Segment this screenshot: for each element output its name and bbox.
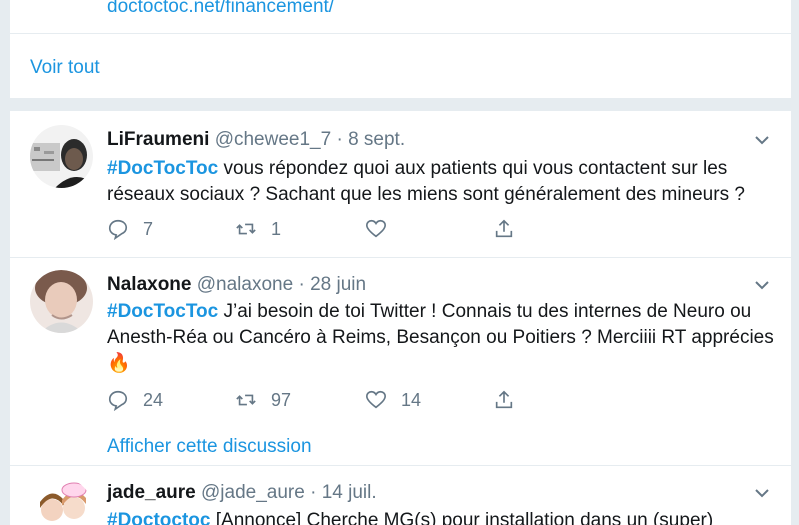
- share-icon: [495, 219, 513, 238]
- share-button[interactable]: [493, 389, 515, 411]
- tweet-date[interactable]: 28 juin: [310, 274, 366, 295]
- avatar[interactable]: [30, 125, 93, 188]
- tweet-text: #Doctoctoc [Annonce] Cherche MG(s) pour …: [107, 508, 777, 525]
- like-button[interactable]: [365, 218, 401, 240]
- reply-button[interactable]: 24: [107, 389, 163, 411]
- author-name[interactable]: LiFraumeni: [107, 129, 209, 150]
- reply-icon: [108, 219, 128, 240]
- author-handle[interactable]: @nalaxone: [197, 274, 293, 295]
- separator-dot: ·: [298, 274, 305, 295]
- tweet-text: #DocTocToc J’ai besoin de toi Twitter ! …: [107, 299, 777, 377]
- tweet-header: jade_aure @jade_aure · 14 juil.: [107, 482, 377, 504]
- retweet-icon: [236, 223, 256, 235]
- section-separator: [10, 98, 791, 111]
- author-name[interactable]: Nalaxone: [107, 274, 191, 295]
- share-button[interactable]: [493, 218, 515, 240]
- chevron-down-icon[interactable]: [753, 276, 771, 294]
- avatar[interactable]: [30, 270, 93, 333]
- divider: [10, 33, 791, 34]
- tweet-body: [Annonce] Cherche MG(s) pour installatio…: [210, 510, 714, 525]
- chevron-down-icon[interactable]: [753, 131, 771, 149]
- retweet-icon: [236, 394, 256, 406]
- tweet-actions: 7 1: [107, 218, 527, 244]
- retweet-button[interactable]: 97: [235, 389, 291, 411]
- reply-button[interactable]: 7: [107, 218, 153, 240]
- retweet-count: 97: [271, 389, 292, 410]
- chevron-down-icon[interactable]: [753, 484, 771, 502]
- tweet-header: LiFraumeni @chewee1_7 · 8 sept.: [107, 129, 405, 151]
- tweet-jade-aure[interactable]: jade_aure @jade_aure · 14 juil. #Doctoct…: [10, 466, 791, 525]
- retweet-count: 1: [271, 218, 282, 239]
- tweet-actions: 24 97 14: [107, 389, 527, 415]
- like-count: 14: [401, 389, 422, 410]
- avatar[interactable]: [30, 478, 93, 525]
- see-all-link[interactable]: Voir tout: [30, 57, 100, 79]
- reply-count: 7: [143, 218, 154, 239]
- author-name[interactable]: jade_aure: [107, 482, 196, 503]
- reply-count: 24: [143, 389, 164, 410]
- hashtag-link[interactable]: #DocTocToc: [107, 301, 218, 322]
- separator-dot: ·: [310, 482, 317, 503]
- author-handle[interactable]: @jade_aure: [201, 482, 305, 503]
- hashtag-link[interactable]: #Doctoctoc: [107, 510, 210, 525]
- author-handle[interactable]: @chewee1_7: [215, 129, 331, 150]
- financement-link[interactable]: doctoctoc.net/financement/: [107, 0, 334, 18]
- like-button[interactable]: 14: [365, 389, 421, 411]
- hashtag-link[interactable]: #DocTocToc: [107, 158, 218, 179]
- fire-emoji: 🔥: [107, 353, 131, 374]
- heart-icon: [366, 219, 386, 238]
- tweet-text: #DocTocToc vous répondez quoi aux patien…: [107, 156, 777, 208]
- tweet-header: Nalaxone @nalaxone · 28 juin: [107, 274, 366, 296]
- share-icon: [495, 390, 513, 409]
- heart-icon: [366, 390, 386, 409]
- tweet-nalaxone[interactable]: Nalaxone @nalaxone · 28 juin #DocTocToc …: [10, 258, 791, 466]
- tweet-date[interactable]: 14 juil.: [322, 482, 377, 503]
- tweet-date[interactable]: 8 sept.: [348, 129, 405, 150]
- retweet-button[interactable]: 1: [235, 218, 281, 240]
- separator-dot: ·: [336, 129, 343, 150]
- previous-module: doctoctoc.net/financement/ Voir tout: [10, 0, 791, 98]
- reply-icon: [108, 390, 128, 411]
- timeline-column: doctoctoc.net/financement/ Voir tout LiF…: [9, 0, 792, 525]
- tweet-lifraumeni[interactable]: LiFraumeni @chewee1_7 · 8 sept. #DocTocT…: [10, 111, 791, 258]
- show-thread-link[interactable]: Afficher cette discussion: [107, 436, 312, 458]
